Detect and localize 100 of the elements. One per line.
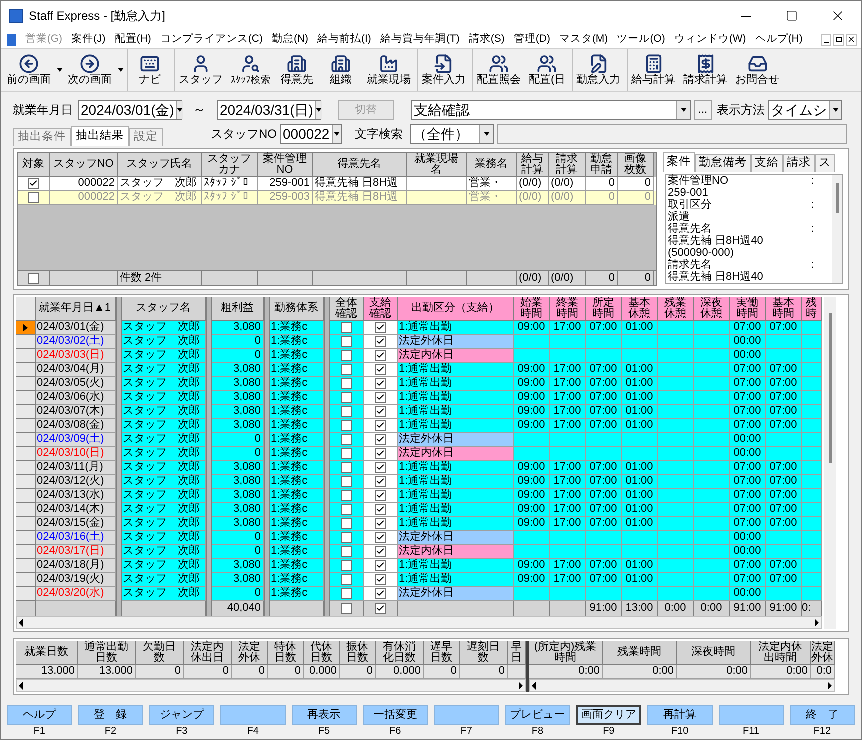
- checkbox[interactable]: [341, 462, 352, 473]
- checkbox[interactable]: [375, 378, 386, 389]
- toolbar-button[interactable]: ナビ: [128, 54, 172, 86]
- menu-item[interactable]: コンプライアンス(C): [160, 32, 263, 48]
- scrollbar-thumb[interactable]: [828, 313, 832, 463]
- checkbox[interactable]: [375, 560, 386, 571]
- menu-item[interactable]: 給与前払(I): [318, 32, 372, 48]
- menu-item[interactable]: 管理(D): [514, 32, 550, 48]
- checkbox[interactable]: [375, 603, 386, 614]
- display-mode-dropdown[interactable]: タイムシ: [768, 100, 842, 120]
- checkbox[interactable]: [341, 560, 352, 571]
- toolbar-button[interactable]: お問合せ: [732, 54, 784, 86]
- checkbox[interactable]: [341, 476, 352, 487]
- tab[interactable]: 請求: [783, 154, 815, 172]
- checkbox[interactable]: [375, 462, 386, 473]
- toolbar-button[interactable]: 配置(日: [525, 54, 570, 86]
- tab[interactable]: ス: [815, 154, 835, 172]
- function-key-button[interactable]: [718, 705, 784, 725]
- table-row[interactable]: 000022 スタッフ 次郎 ｽﾀｯﾌ ｼﾞﾛ 259-001 得意先補 日8H週 営業・ (0/0) (0/0) 0 0: [18, 177, 656, 191]
- toolbar-button[interactable]: 前の画面: [3, 54, 55, 86]
- function-key-button[interactable]: 終 了: [790, 705, 855, 725]
- menu-item[interactable]: ツール(O): [617, 32, 666, 48]
- function-key-button[interactable]: 再計算: [647, 705, 713, 725]
- vertical-scrollbar[interactable]: [824, 297, 836, 629]
- mdi-restore-icon[interactable]: [833, 34, 844, 46]
- menu-item[interactable]: 配置(H): [114, 32, 152, 48]
- checkbox[interactable]: [341, 603, 352, 614]
- date-to-dropdown[interactable]: 2024/03/31(日): [217, 100, 321, 120]
- function-key-button[interactable]: 登 録: [78, 705, 144, 725]
- checkbox[interactable]: [341, 406, 352, 417]
- menu-item[interactable]: 勤怠(N): [272, 32, 309, 48]
- toolbar-button[interactable]: 給与計算: [628, 54, 680, 86]
- checkbox[interactable]: [341, 574, 352, 585]
- function-key-button[interactable]: 画面クリア: [576, 705, 642, 725]
- frozen-column-splitter[interactable]: [264, 297, 270, 321]
- toolbar-button[interactable]: 得意先: [275, 54, 319, 86]
- checkbox[interactable]: [341, 588, 352, 599]
- checkbox[interactable]: [341, 490, 352, 501]
- tab[interactable]: 抽出条件: [13, 128, 71, 146]
- tab[interactable]: 案件: [663, 152, 695, 172]
- checkbox[interactable]: [375, 336, 386, 347]
- checkbox[interactable]: [375, 350, 386, 361]
- vertical-scrollbar[interactable]: [832, 175, 842, 283]
- tab[interactable]: 設定: [129, 128, 163, 146]
- toolbar-button[interactable]: スタッフ: [175, 54, 227, 86]
- scroll-right-icon[interactable]: [519, 682, 523, 690]
- toolbar-button[interactable]: 組織: [319, 54, 363, 86]
- function-key-button[interactable]: ヘルプ: [7, 705, 72, 725]
- frozen-column-splitter[interactable]: [116, 297, 122, 321]
- frozen-column-splitter[interactable]: [206, 297, 212, 321]
- checkbox[interactable]: [375, 420, 386, 431]
- checkbox[interactable]: [341, 532, 352, 543]
- mdi-minimize-icon[interactable]: [820, 34, 832, 46]
- checkbox[interactable]: [375, 448, 386, 459]
- checkbox[interactable]: [375, 546, 386, 557]
- search-field[interactable]: [497, 124, 847, 144]
- horizontal-scrollbar[interactable]: [529, 679, 835, 692]
- checkbox[interactable]: [375, 476, 386, 487]
- checkbox[interactable]: [375, 364, 386, 375]
- frozen-column-splitter[interactable]: [264, 601, 270, 616]
- function-key-button[interactable]: プレビュー: [505, 705, 570, 725]
- tab[interactable]: 支給: [751, 154, 783, 172]
- tab[interactable]: 勤怠備考: [695, 154, 751, 172]
- scroll-left-icon[interactable]: [19, 682, 23, 690]
- frozen-column-splitter[interactable]: [324, 297, 330, 321]
- horizontal-scrollbar[interactable]: [16, 679, 526, 692]
- checkbox[interactable]: [28, 192, 39, 203]
- checkbox[interactable]: [341, 336, 352, 347]
- checkbox[interactable]: [341, 434, 352, 445]
- checkbox[interactable]: [341, 518, 352, 529]
- frozen-column-splitter[interactable]: [206, 601, 212, 616]
- function-key-button[interactable]: [434, 705, 500, 725]
- scrollbar-thumb[interactable]: [836, 183, 838, 213]
- checkbox[interactable]: [341, 504, 352, 515]
- toolbar-button[interactable]: 配置照会: [473, 54, 525, 86]
- mdi-close-icon[interactable]: [846, 34, 857, 46]
- function-key-button[interactable]: [220, 705, 286, 725]
- row-header[interactable]: [16, 321, 36, 335]
- frozen-column-splitter[interactable]: [324, 601, 330, 616]
- scroll-right-icon[interactable]: [828, 682, 832, 690]
- checkbox[interactable]: [341, 350, 352, 361]
- menu-item[interactable]: 案件(J): [72, 32, 106, 48]
- toolbar-button[interactable]: 就業現場: [363, 54, 415, 86]
- menu-item[interactable]: 給与賞与年調(T): [380, 32, 460, 48]
- date-from-dropdown[interactable]: 2024/03/01(金): [78, 100, 182, 120]
- frozen-column-splitter[interactable]: [116, 601, 122, 616]
- mode-dropdown[interactable]: 支給確認: [411, 100, 691, 120]
- ellipsis-button[interactable]: ...: [694, 100, 712, 120]
- horizontal-scrollbar[interactable]: [16, 616, 822, 629]
- checkbox[interactable]: [375, 518, 386, 529]
- scroll-right-icon[interactable]: [815, 618, 819, 626]
- menu-item[interactable]: ウィンドウ(W): [674, 32, 746, 48]
- checkbox[interactable]: [375, 434, 386, 445]
- toolbar-button[interactable]: 案件入力: [418, 54, 470, 86]
- staff-number-dropdown[interactable]: 000022: [280, 124, 342, 144]
- toolbar-button[interactable]: ｽﾀｯﾌ検索: [227, 54, 275, 86]
- checkbox[interactable]: [341, 546, 352, 557]
- scroll-left-icon[interactable]: [19, 618, 23, 626]
- tab[interactable]: 抽出結果: [71, 126, 129, 146]
- function-key-button[interactable]: ジャンプ: [149, 705, 214, 725]
